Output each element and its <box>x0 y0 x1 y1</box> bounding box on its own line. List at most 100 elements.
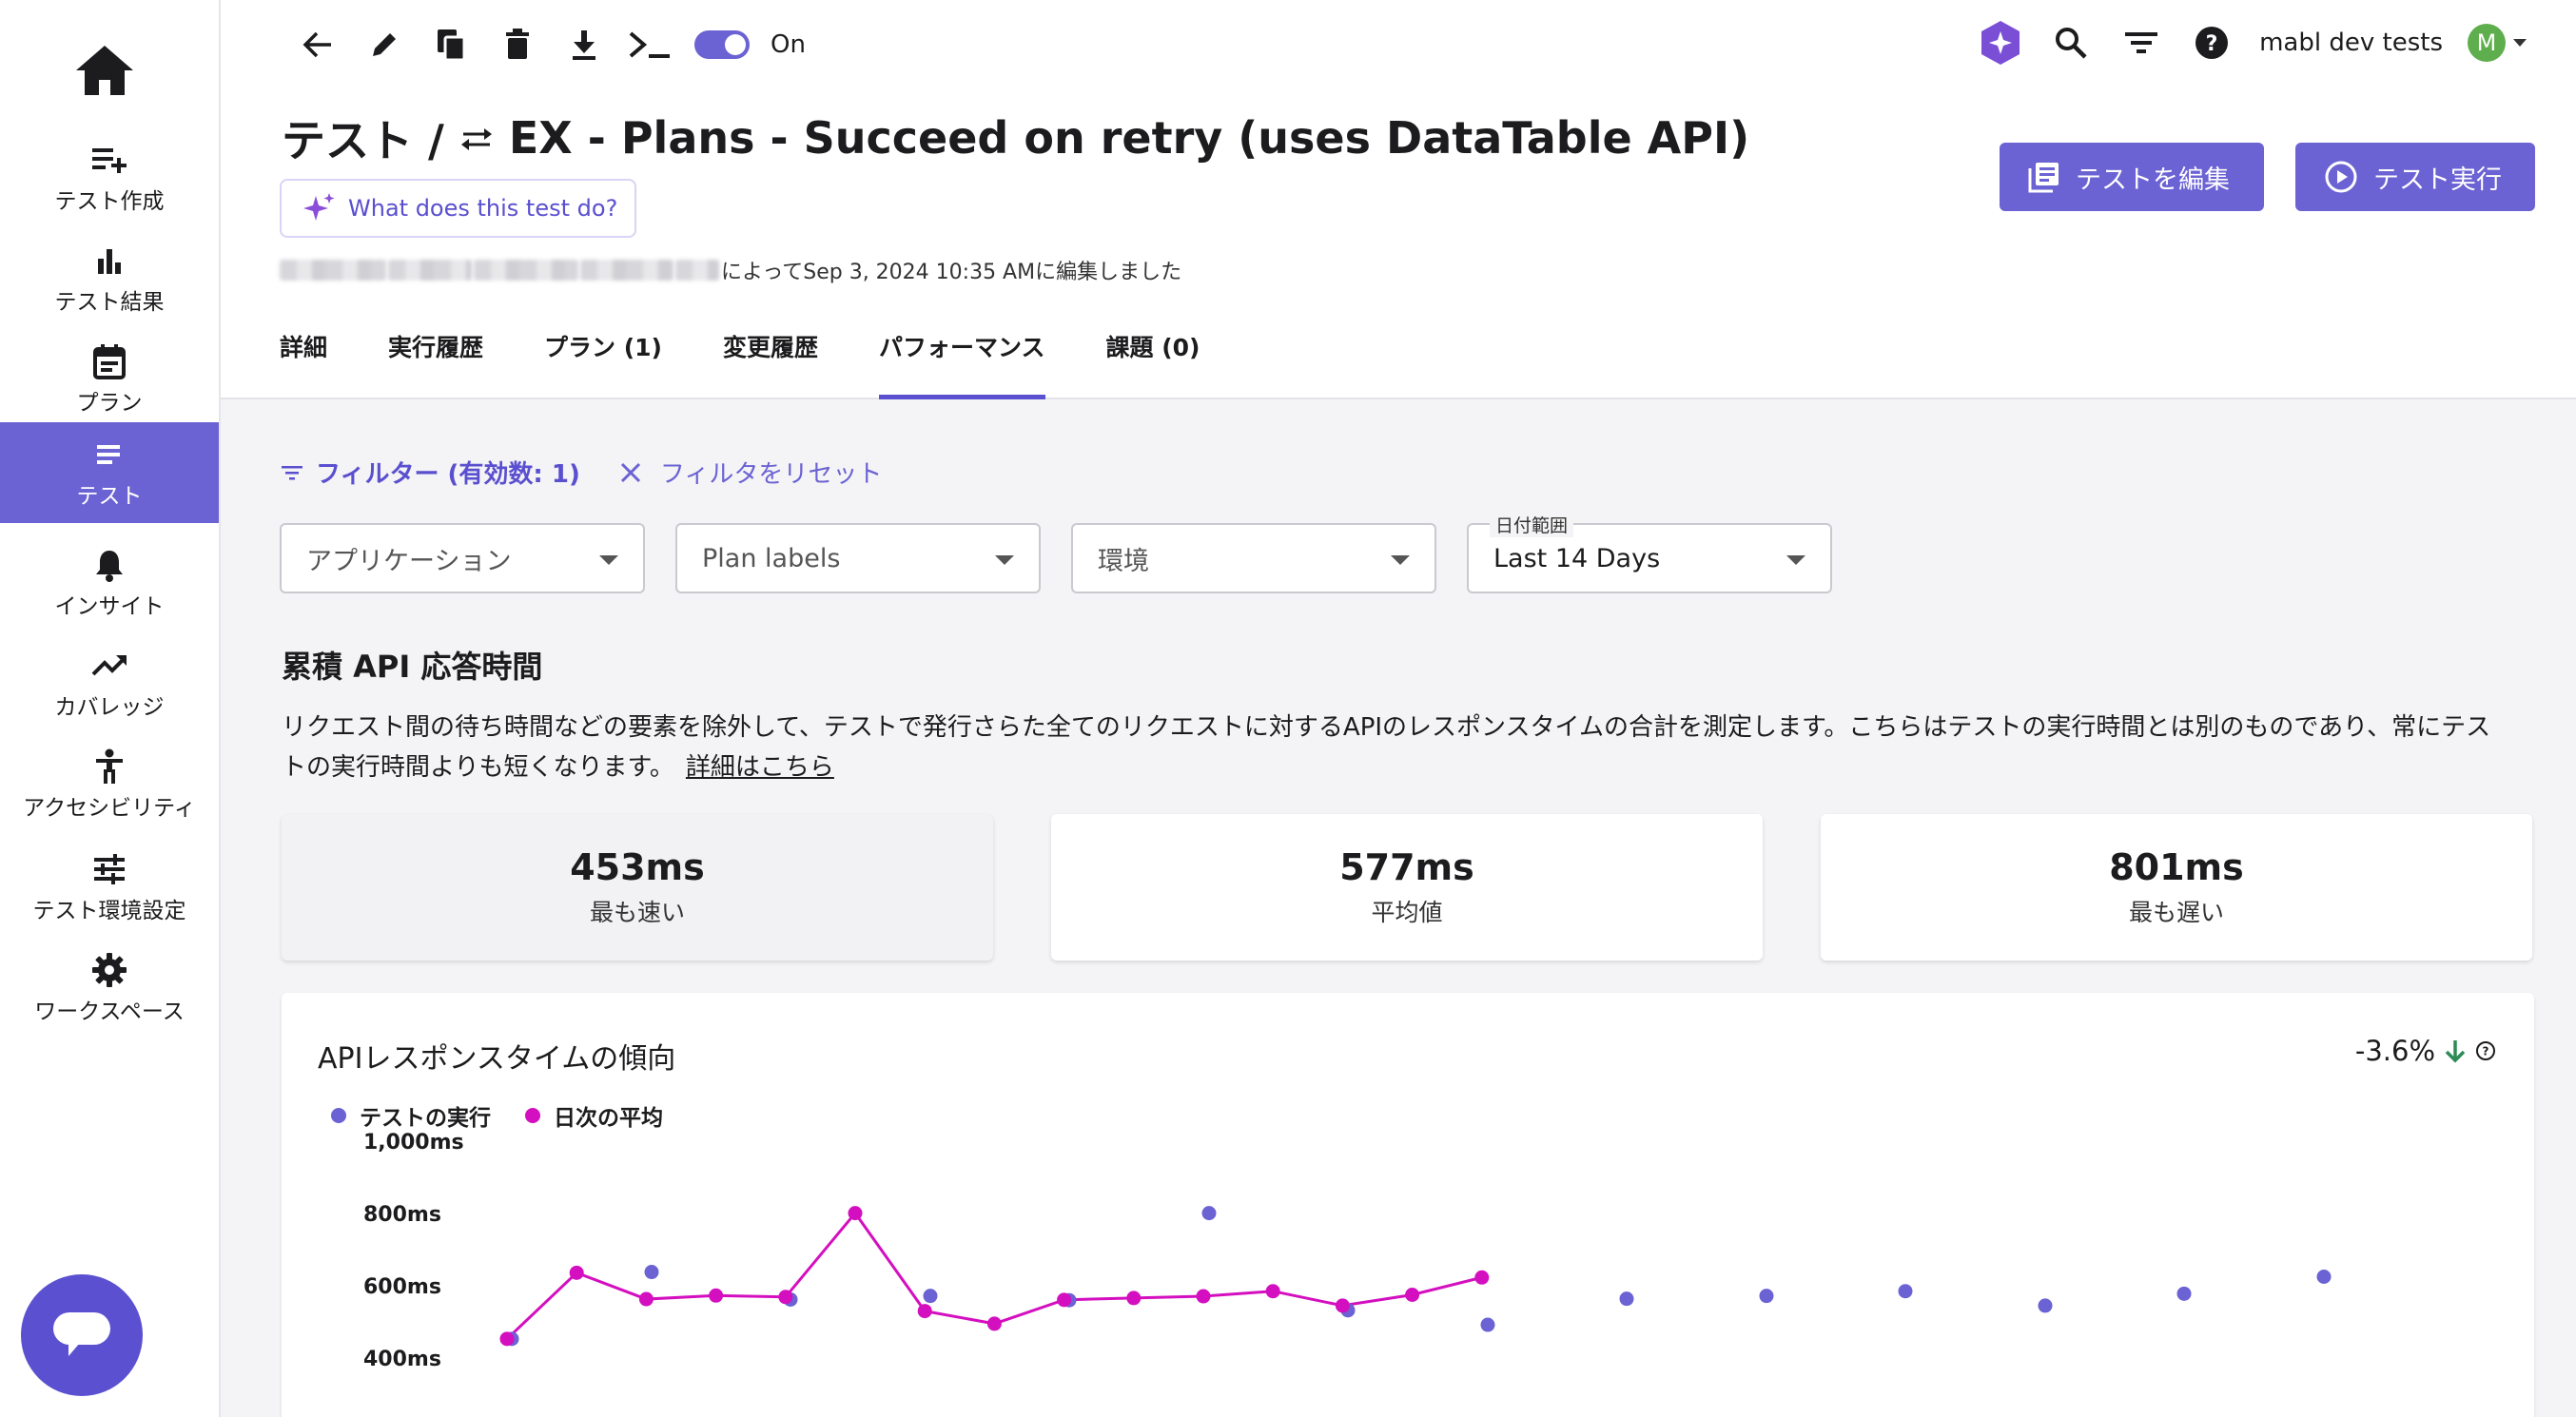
test-run-point[interactable] <box>1201 1206 1217 1221</box>
sidebar-item-env[interactable]: テスト環境設定 <box>0 837 219 938</box>
application-select[interactable]: アプリケーション <box>280 523 645 593</box>
download-icon[interactable] <box>561 25 607 65</box>
filter-toggle[interactable]: フィルター (有効数: 1) <box>316 455 580 490</box>
tab-performance[interactable]: パフォーマンス <box>879 323 1045 399</box>
daily-average-point[interactable] <box>1126 1291 1142 1306</box>
stat-fastest: 453ms 最も速い <box>282 814 993 961</box>
date-range-select[interactable]: 日付範囲 Last 14 Days <box>1467 512 1832 593</box>
tab-issues[interactable]: 課題 (0) <box>1106 323 1200 399</box>
test-name: EX - Plans - Succeed on retry (uses Data… <box>508 112 1750 164</box>
tab-plans[interactable]: プラン (1) <box>544 323 662 399</box>
trash-icon[interactable] <box>495 25 540 65</box>
daily-average-point[interactable] <box>848 1206 863 1221</box>
bar-chart-icon <box>88 242 130 280</box>
test-run-point[interactable] <box>644 1265 659 1280</box>
top-right-controls: ? mabl dev tests M <box>1978 19 2527 67</box>
ai-assistant-icon[interactable] <box>1978 19 2023 67</box>
tab-run-history[interactable]: 実行履歴 <box>388 323 483 399</box>
sidebar-item-accessibility[interactable]: アクセシビリティ <box>0 734 219 835</box>
redacted-user-name <box>474 260 578 281</box>
back-arrow-icon[interactable] <box>295 25 341 65</box>
close-icon <box>620 462 640 482</box>
daily-average-point[interactable] <box>917 1304 932 1319</box>
daily-average-point[interactable] <box>986 1316 1002 1331</box>
sidebar-item-create[interactable]: テスト作成 <box>0 127 219 228</box>
enabled-toggle[interactable] <box>694 30 750 59</box>
toggle-label: On <box>771 30 806 59</box>
daily-average-point[interactable] <box>1474 1270 1490 1285</box>
filter-row: フィルター (有効数: 1) フィルタをリセット <box>282 455 882 490</box>
edit-test-button[interactable]: テストを編集 <box>2000 143 2264 211</box>
sidebar-item-label: カバレッジ <box>54 695 165 720</box>
plan-labels-select[interactable]: Plan labels <box>675 523 1041 593</box>
environment-select[interactable]: 環境 <box>1071 523 1436 593</box>
daily-average-point[interactable] <box>1335 1298 1350 1313</box>
pencil-icon[interactable] <box>361 25 407 65</box>
gear-icon <box>88 951 130 989</box>
filter-icon <box>282 465 302 479</box>
chat-button[interactable] <box>21 1274 143 1396</box>
daily-average-point[interactable] <box>709 1288 724 1303</box>
api-test-type-icon <box>458 112 496 164</box>
reset-filters-link[interactable]: フィルタをリセット <box>618 455 882 490</box>
run-test-button[interactable]: テスト実行 <box>2295 143 2535 211</box>
sidebar-item-label: テスト結果 <box>54 290 165 315</box>
accessibility-icon <box>88 747 130 786</box>
sparkle-icon <box>303 193 335 221</box>
avatar[interactable]: M <box>2468 24 2506 62</box>
section-description: リクエスト間の待ち時間などの要素を除外して、テストで発行さらた全てのリクエストに… <box>282 713 2491 782</box>
tab-change-history[interactable]: 変更履歴 <box>723 323 818 399</box>
sidebar-item-plans[interactable]: プラン <box>0 329 219 430</box>
test-run-point[interactable] <box>2316 1270 2332 1284</box>
stat-slowest: 801ms 最も遅い <box>1821 814 2532 961</box>
y-tick-label: 600ms <box>363 1275 441 1299</box>
daily-average-point[interactable] <box>1196 1289 1211 1304</box>
calendar-icon <box>88 342 130 380</box>
sidebar-item-label: テスト <box>76 484 143 509</box>
sidebar-item-results[interactable]: テスト結果 <box>0 228 219 329</box>
copy-icon[interactable] <box>428 25 474 65</box>
help-icon[interactable]: ? <box>2189 23 2234 63</box>
what-does-this-test-do-button[interactable]: What does this test do? <box>280 179 637 238</box>
test-run-point[interactable] <box>923 1289 938 1304</box>
sidebar-item-label: インサイト <box>54 594 165 619</box>
tab-details[interactable]: 詳細 <box>280 323 327 399</box>
sidebar-item-workspace[interactable]: ワークスペース <box>0 938 219 1038</box>
trending-up-icon <box>88 647 130 685</box>
home-icon[interactable] <box>72 42 137 99</box>
sidebar-item-tests[interactable]: テスト <box>0 422 219 523</box>
play-circle-icon <box>2325 161 2357 193</box>
page-title: テスト / EX - Plans - Succeed on retry (use… <box>282 107 1749 169</box>
sidebar-item-label: テスト環境設定 <box>32 899 186 923</box>
chevron-down-icon <box>1391 555 1410 565</box>
workspace-switcher[interactable]: mabl dev tests <box>2259 29 2443 57</box>
daily-average-point[interactable] <box>778 1290 793 1305</box>
daily-average-point[interactable] <box>638 1291 654 1307</box>
daily-average-point[interactable] <box>1265 1284 1280 1299</box>
daily-average-point[interactable] <box>1057 1292 1072 1308</box>
test-run-point[interactable] <box>1898 1284 1913 1299</box>
list-icon <box>88 436 130 474</box>
library-books-icon <box>2028 163 2059 193</box>
filter-list-icon[interactable] <box>2118 23 2164 63</box>
test-run-point[interactable] <box>1619 1291 1634 1307</box>
svg-text:?: ? <box>2206 32 2218 56</box>
breadcrumb[interactable]: テスト / <box>282 107 444 169</box>
chevron-down-icon[interactable] <box>2513 39 2527 47</box>
test-run-point[interactable] <box>1759 1289 1774 1304</box>
terminal-icon[interactable] <box>628 25 673 65</box>
search-icon[interactable] <box>2048 23 2094 63</box>
sidebar-item-insights[interactable]: インサイト <box>0 533 219 633</box>
test-run-point[interactable] <box>2176 1286 2192 1301</box>
daily-average-point[interactable] <box>1405 1288 1420 1302</box>
chevron-down-icon <box>1786 555 1805 565</box>
daily-average-point[interactable] <box>569 1265 584 1280</box>
test-run-point[interactable] <box>2038 1298 2053 1313</box>
sidebar: テスト作成 テスト結果 プラン テスト インサイト カバレッジ アクセシビリティ… <box>0 0 221 1417</box>
test-run-point[interactable] <box>1480 1317 1495 1332</box>
y-tick-label: 400ms <box>363 1348 441 1371</box>
learn-more-link[interactable]: 詳細はこちら <box>686 753 834 782</box>
daily-average-point[interactable] <box>499 1331 515 1347</box>
sidebar-item-coverage[interactable]: カバレッジ <box>0 633 219 734</box>
test-tabs: 詳細 実行履歴 プラン (1) 変更履歴 パフォーマンス 課題 (0) <box>280 323 1260 399</box>
